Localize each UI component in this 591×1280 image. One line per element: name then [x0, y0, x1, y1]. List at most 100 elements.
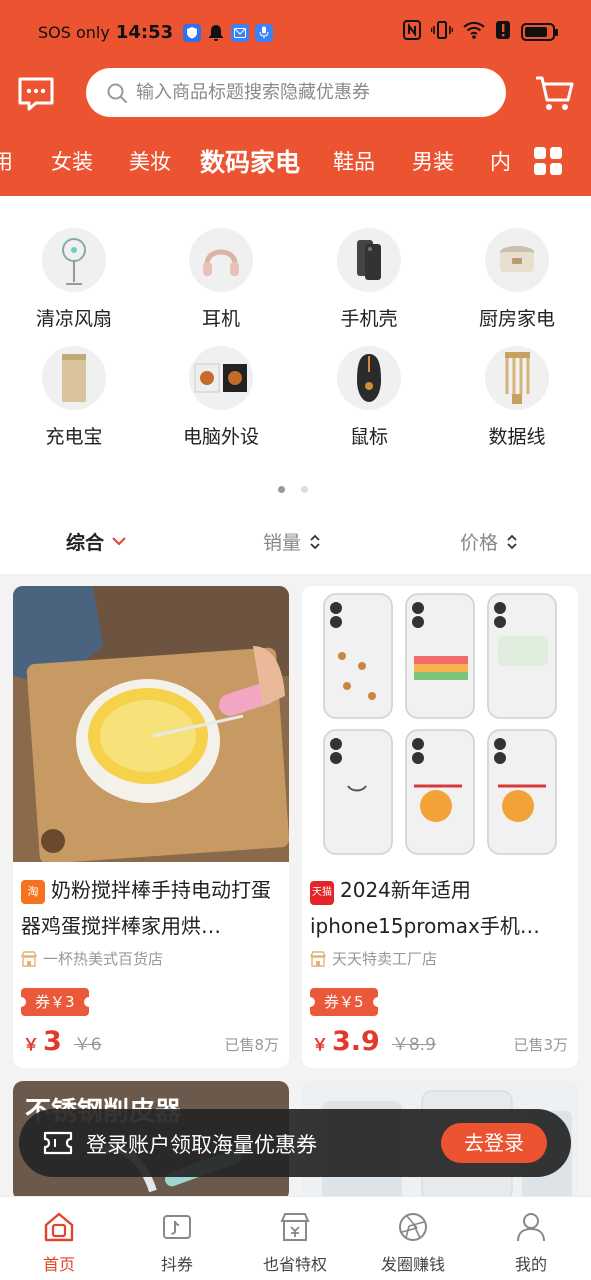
shield-icon	[183, 23, 202, 42]
search-input[interactable]	[136, 82, 496, 103]
bottom-nav: 首页 抖券 也省特权 发圈赚钱 我的	[0, 1196, 591, 1280]
power-bank-icon	[42, 346, 106, 410]
coupon-badge[interactable]: 券￥3	[16, 988, 94, 1016]
product-image	[302, 586, 578, 862]
page-dot	[278, 486, 285, 493]
product-title-text: 2024新年适用iphone15promax手机…	[310, 878, 540, 938]
cart-button[interactable]	[534, 72, 576, 114]
tab-category-4[interactable]: 鞋品	[333, 146, 375, 176]
sort-label: 价格	[460, 532, 499, 554]
header: SOS only 14:53 输入商品标题搜索隐藏优惠券 用 女装 美妆 数码家…	[0, 0, 591, 196]
chevron-down-icon	[112, 537, 126, 546]
original-price: ￥6	[73, 1035, 102, 1055]
subcategory-label: 电脑外设	[182, 426, 259, 448]
wifi-icon	[463, 21, 485, 43]
product-title-text: 奶粉搅拌棒手持电动打蛋器鸡蛋搅拌棒家用烘…	[21, 878, 271, 938]
shop-name-text: 天天特卖工厂店	[332, 950, 438, 968]
sort-updown-icon	[310, 534, 320, 549]
sold-count: 已售8万	[224, 1036, 279, 1054]
subcategory-item-3[interactable]: 厨房家电	[452, 228, 582, 331]
fan-icon	[42, 228, 106, 292]
nav-label: 首页	[42, 1255, 75, 1274]
clock: 14:53	[115, 22, 174, 43]
bell-icon	[207, 24, 225, 42]
product-image	[13, 586, 289, 862]
nfc-icon	[403, 20, 421, 44]
douyin-coupon-icon	[163, 1215, 191, 1239]
subcategory-label: 耳机	[201, 308, 240, 330]
shop-name[interactable]: 一杯热美式百货店	[21, 948, 163, 969]
status-bar: SOS only 14:53	[0, 0, 591, 64]
rice-cooker-icon	[485, 228, 549, 292]
subcategory-item-7[interactable]: 数据线	[452, 346, 582, 449]
subcategory-item-5[interactable]: 电脑外设	[156, 346, 286, 449]
nav-item-privileges[interactable]: 也省特权	[245, 1211, 345, 1275]
product-title: 天猫 2024新年适用iphone15promax手机…	[310, 872, 572, 944]
tab-category-2[interactable]: 美妆	[129, 146, 171, 176]
subcategory-label: 鼠标	[349, 426, 388, 448]
nav-label: 发圈赚钱	[380, 1255, 445, 1274]
category-tabs: 用 女装 美妆 数码家电 鞋品 男装 内	[0, 140, 520, 186]
subcategory-item-2[interactable]: 手机壳	[304, 228, 434, 331]
page-dot	[301, 486, 308, 493]
message-button[interactable]	[16, 74, 56, 114]
tab-category-0[interactable]: 用	[0, 146, 13, 176]
cable-icon	[485, 346, 549, 410]
search-icon	[107, 83, 127, 103]
sort-price[interactable]: 价格	[460, 528, 518, 555]
subcategory-label: 充电宝	[45, 426, 103, 448]
product-card-0[interactable]: 淘奶粉搅拌棒手持电动打蛋器鸡蛋搅拌棒家用烘… 一杯热美式百货店 券￥3 ￥ 3 …	[13, 586, 289, 1068]
sort-label: 销量	[263, 532, 302, 554]
tmall-badge-icon: 天猫	[310, 881, 334, 905]
price-row: ￥ 3.9 ￥8.9	[312, 1026, 436, 1057]
coupon-badge[interactable]: 券￥5	[305, 988, 383, 1016]
sort-label: 综合	[66, 532, 105, 554]
aperture-icon	[399, 1213, 427, 1241]
speaker-icon	[189, 346, 253, 410]
all-categories-button[interactable]	[534, 147, 564, 177]
price-row: ￥ 3 ￥6	[23, 1026, 102, 1057]
sort-comprehensive[interactable]: 综合	[66, 528, 126, 555]
subcategory-label: 清凉风扇	[35, 308, 112, 330]
search-bar[interactable]	[86, 68, 506, 117]
product-card-1[interactable]: 天猫 2024新年适用iphone15promax手机… 天天特卖工厂店 券￥5 …	[302, 586, 578, 1068]
nav-label: 抖券	[160, 1255, 193, 1274]
login-prompt-text: 登录账户领取海量优惠券	[86, 1133, 317, 1157]
original-price: ￥8.9	[391, 1035, 436, 1055]
subcategory-item-1[interactable]: 耳机	[156, 228, 286, 331]
nav-item-home[interactable]: 首页	[9, 1211, 109, 1275]
tab-category-5[interactable]: 男装	[412, 146, 454, 176]
cart-icon	[536, 76, 574, 110]
tab-category-1[interactable]: 女装	[51, 146, 93, 176]
nav-label: 也省特权	[262, 1255, 327, 1274]
currency-symbol: ￥	[23, 1035, 40, 1054]
current-price: 3.9	[332, 1026, 380, 1057]
tab-category-3[interactable]: 数码家电	[200, 143, 300, 179]
battery-icon	[521, 23, 558, 41]
shop-name[interactable]: 天天特卖工厂店	[310, 948, 437, 969]
nav-item-profile[interactable]: 我的	[481, 1211, 581, 1275]
subcategory-item-4[interactable]: 充电宝	[9, 346, 139, 449]
subcategory-label: 数据线	[488, 426, 546, 448]
currency-symbol: ￥	[312, 1035, 329, 1054]
store-icon	[21, 950, 37, 967]
login-button[interactable]: 去登录	[441, 1123, 547, 1163]
nav-item-douquan[interactable]: 抖券	[127, 1211, 227, 1275]
mouse-icon	[337, 346, 401, 410]
sort-updown-icon	[507, 534, 517, 549]
subcategory-item-6[interactable]: 鼠标	[304, 346, 434, 449]
tab-category-6[interactable]: 内	[490, 146, 511, 176]
subcategory-item-0[interactable]: 清凉风扇	[9, 228, 139, 331]
store-icon	[310, 950, 326, 967]
alert-icon	[495, 20, 511, 44]
nav-label: 我的	[514, 1255, 547, 1274]
user-icon	[517, 1213, 545, 1242]
taobao-badge-icon: 淘	[21, 880, 45, 904]
sort-sales[interactable]: 销量	[263, 528, 321, 555]
microphone-icon	[255, 23, 274, 42]
product-title: 淘奶粉搅拌棒手持电动打蛋器鸡蛋搅拌棒家用烘…	[21, 872, 283, 944]
home-icon	[44, 1212, 74, 1242]
chat-icon	[18, 77, 54, 111]
login-banner: 登录账户领取海量优惠券 去登录	[19, 1109, 571, 1177]
nav-item-share-earn[interactable]: 发圈赚钱	[363, 1211, 463, 1275]
